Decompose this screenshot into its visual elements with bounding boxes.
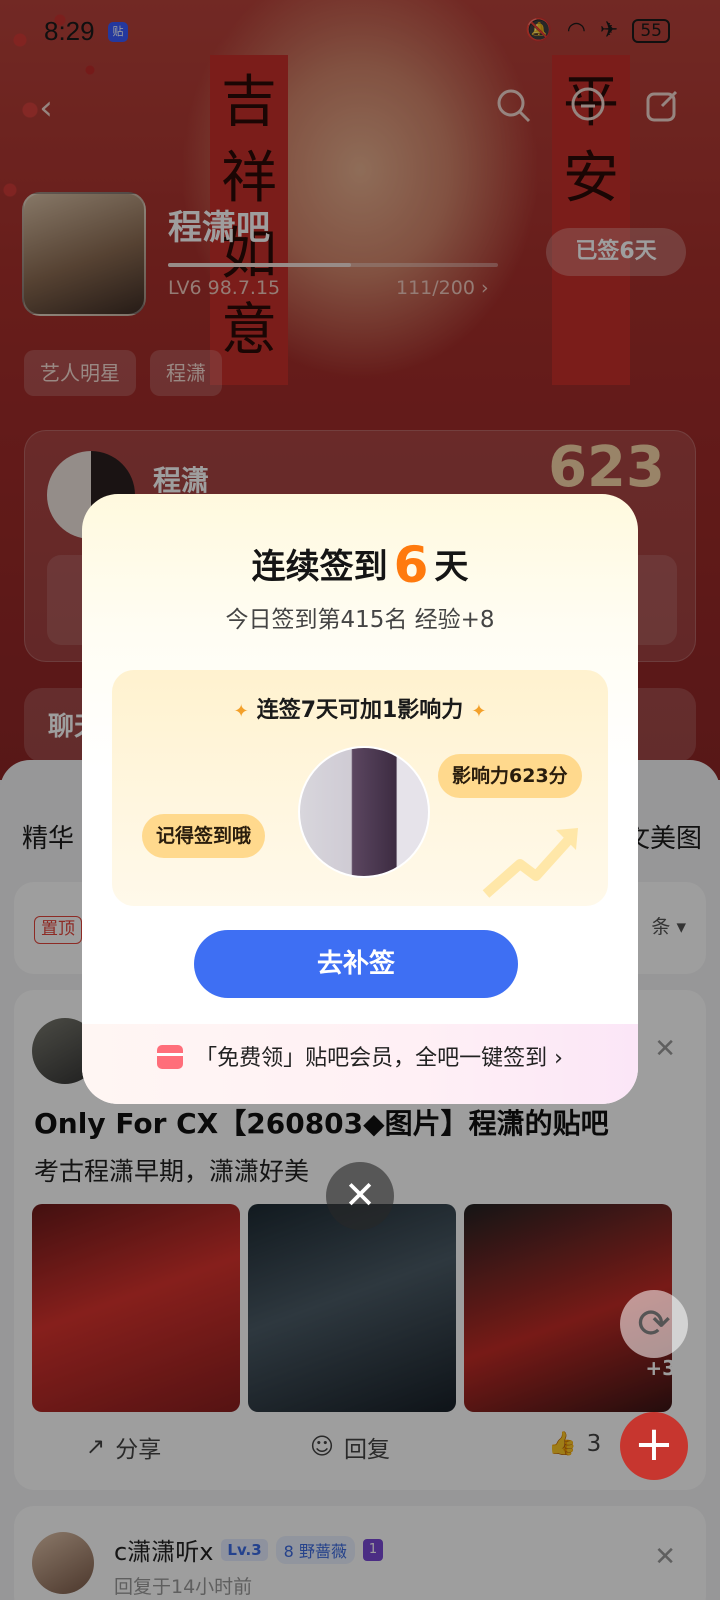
makeup-sign-in-button[interactable]: 去补签 xyxy=(194,930,518,998)
dialog-subtitle: 今日签到第415名 经验+8 xyxy=(225,607,495,633)
dialog-title: 连续签到 6 天 xyxy=(82,536,638,594)
sparkle-icon: ✦ xyxy=(233,701,249,722)
gift-icon xyxy=(157,1045,184,1069)
title-prefix: 连续签到 xyxy=(251,547,388,587)
reward-text: 连签7天可加1影响力 xyxy=(256,698,464,723)
reward-title: ✦ 连签7天可加1影响力 ✦ xyxy=(112,692,608,724)
refresh-icon[interactable]: ⟳ xyxy=(620,1290,688,1358)
reminder-bubble: 记得签到哦 xyxy=(142,814,266,858)
star-photo xyxy=(298,746,430,878)
influence-bubble: 影响力623分 xyxy=(438,754,582,798)
vip-promo-link[interactable]: 「免费领」贴吧会员，全吧一键签到 › xyxy=(82,1024,638,1104)
add-post-button[interactable]: + xyxy=(620,1412,688,1480)
sign-in-dialog: 连续签到 6 天 今日签到第415名 经验+8 ✦ 连签7天可加1影响力 ✦ 记得签到哦… xyxy=(82,494,638,1104)
promo-text: 「免费领」贴吧会员，全吧一键签到 › xyxy=(195,1046,563,1071)
close-icon[interactable]: ✕ xyxy=(326,1162,394,1230)
sparkle-icon: ✦ xyxy=(471,701,487,722)
growth-arrow-icon xyxy=(482,828,578,898)
streak-days: 6 xyxy=(393,536,429,594)
title-suffix: 天 xyxy=(434,547,469,587)
reward-panel: ✦ 连签7天可加1影响力 ✦ 记得签到哦 影响力623分 xyxy=(112,670,608,906)
